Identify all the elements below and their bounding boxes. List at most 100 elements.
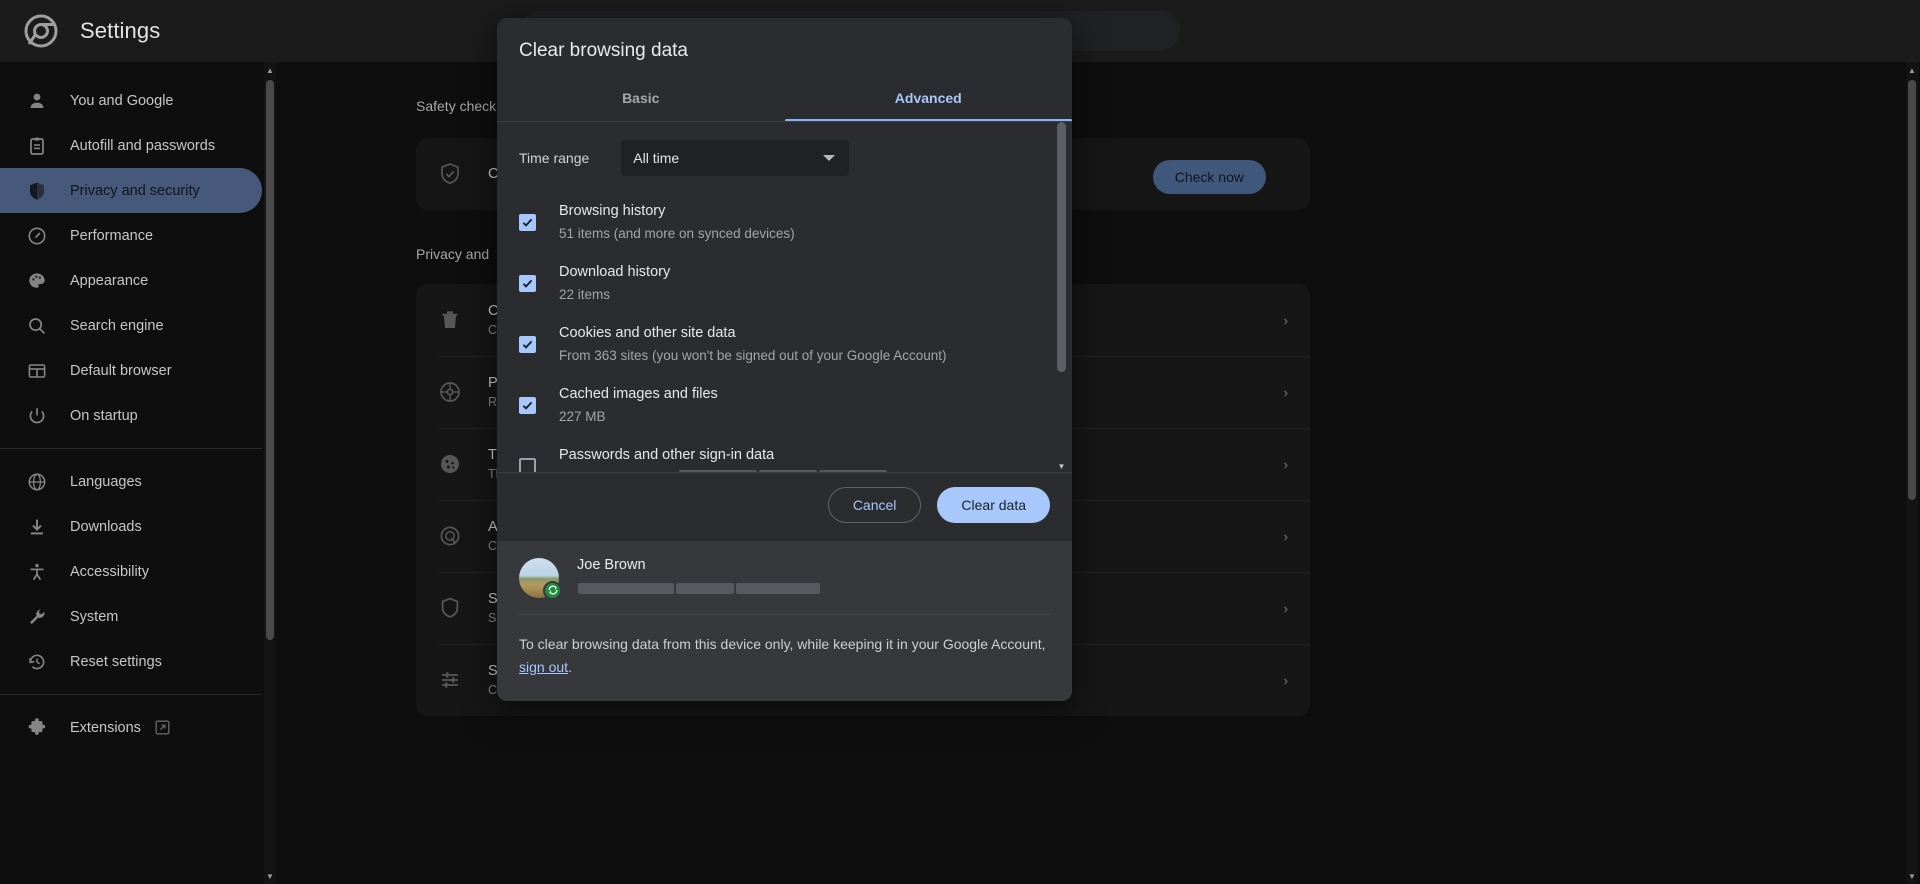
checkbox-label: Browsing history: [559, 203, 666, 219]
time-range-label: Time range: [519, 150, 590, 166]
sidebar-item-label: Performance: [70, 227, 154, 244]
puzzle-icon: [26, 717, 48, 739]
checkbox-row-cached-images[interactable]: Cached images and files 227 MB: [519, 375, 1050, 436]
checkbox-row-cookies[interactable]: Cookies and other site data From 363 sit…: [519, 314, 1050, 375]
scroll-up-icon[interactable]: ▲: [1907, 64, 1917, 76]
sidebar-item-label: Extensions: [70, 719, 141, 736]
download-history-checkbox[interactable]: [519, 275, 536, 292]
wrench-icon: [26, 606, 48, 628]
passwords-count-suffix: and 176 more, synced): [888, 470, 1029, 472]
sidebar-item-privacy-and-security[interactable]: Privacy and security: [0, 168, 262, 213]
sidebar-scroll-thumb[interactable]: [266, 80, 274, 640]
sidebar-scrollbar[interactable]: ▲ ▼: [264, 62, 276, 884]
time-range-select[interactable]: All time: [621, 140, 850, 176]
safety-check-heading: Safety check: [416, 98, 497, 114]
data-type-list: Browsing history 51 items (and more on s…: [497, 176, 1072, 472]
sidebar-item-extensions[interactable]: Extensions: [0, 705, 262, 750]
passwords-checkbox[interactable]: [519, 458, 536, 472]
cached-images-checkbox[interactable]: [519, 397, 536, 414]
checkbox-label: Cookies and other site data: [559, 325, 736, 341]
page-title: Settings: [80, 18, 161, 43]
chevron-right-icon: ›: [1283, 672, 1288, 688]
sidebar-item-appearance[interactable]: Appearance: [0, 258, 262, 303]
ad-privacy-icon: [438, 524, 462, 548]
checkbox-label: Cached images and files: [559, 386, 718, 402]
privacy-heading: Privacy and: [416, 246, 490, 262]
dialog-scrollbar[interactable]: ▲ ▼: [1056, 122, 1067, 472]
check-now-button[interactable]: Check now: [1152, 160, 1266, 194]
sidebar-item-accessibility[interactable]: Accessibility: [0, 549, 262, 594]
sidebar-item-autofill-and-passwords[interactable]: Autofill and passwords: [0, 123, 262, 168]
sidebar-item-label: System: [70, 608, 119, 625]
sidebar-item-search-engine[interactable]: Search engine: [0, 303, 262, 348]
tab-advanced[interactable]: Advanced: [785, 76, 1073, 122]
tab-basic[interactable]: Basic: [497, 76, 785, 122]
cookies-checkbox[interactable]: [519, 336, 536, 353]
browsing-history-checkbox[interactable]: [519, 214, 536, 231]
sidebar: You and Google Autofill and passwords Pr…: [0, 62, 262, 884]
account-email-redacted: [577, 580, 1050, 598]
scroll-down-icon[interactable]: ▼: [1057, 460, 1066, 472]
main-scrollbar[interactable]: ▲ ▼: [1906, 62, 1918, 884]
sidebar-item-system[interactable]: System: [0, 594, 262, 639]
sidebar-item-performance[interactable]: Performance: [0, 213, 262, 258]
cookie-icon: [438, 452, 462, 476]
speedometer-icon: [26, 225, 48, 247]
chevron-right-icon: ›: [1283, 384, 1288, 400]
clipboard-icon: [26, 135, 48, 157]
checkbox-sublabel: From 363 sites (you won't be signed out …: [559, 348, 947, 363]
sync-icon: [543, 580, 562, 600]
trash-icon: [438, 308, 462, 332]
avatar[interactable]: [519, 557, 562, 600]
redacted-block: [736, 583, 820, 594]
sidebar-item-label: On startup: [70, 407, 138, 424]
checkbox-row-passwords[interactable]: Passwords and other sign-in data 178 pas…: [519, 436, 1050, 472]
sidebar-item-label: Accessibility: [70, 563, 149, 580]
chevron-right-icon: ›: [1283, 528, 1288, 544]
sidebar-divider: [0, 448, 262, 449]
chevron-down-icon: [823, 155, 836, 161]
checkbox-sublabel: 51 items (and more on synced devices): [559, 226, 795, 241]
dialog-scroll-thumb[interactable]: [1057, 122, 1066, 372]
dialog-actions: Cancel Clear data: [497, 472, 1072, 541]
clear-browsing-data-dialog: Clear browsing data Basic Advanced Time …: [497, 18, 1072, 701]
clear-data-button[interactable]: Clear data: [937, 487, 1050, 523]
redacted-block: [818, 470, 887, 472]
sidebar-item-label: Search engine: [70, 317, 164, 334]
checkbox-row-download-history[interactable]: Download history 22 items: [519, 253, 1050, 314]
chrome-logo-icon: [24, 14, 58, 48]
sidebar-item-label: Privacy and security: [70, 182, 200, 199]
checkbox-label: Passwords and other sign-in data: [559, 447, 775, 463]
sidebar-item-reset-settings[interactable]: Reset settings: [0, 639, 262, 684]
checkbox-row-browsing-history[interactable]: Browsing history 51 items (and more on s…: [519, 192, 1050, 253]
main-scroll-thumb[interactable]: [1908, 80, 1916, 500]
sidebar-item-downloads[interactable]: Downloads: [0, 504, 262, 549]
checkbox-sublabel: 178 passwords (for and 176 more, synced): [559, 467, 1050, 472]
chevron-right-icon: ›: [1283, 312, 1288, 328]
dialog-body: Time range All time Browsing history 51 …: [497, 122, 1072, 472]
sliders-icon: [438, 668, 462, 692]
download-icon: [26, 516, 48, 538]
sidebar-item-you-and-google[interactable]: You and Google: [0, 78, 262, 123]
person-icon: [26, 90, 48, 112]
browser-window-icon: [26, 360, 48, 382]
footer-text-before: To clear browsing data from this device …: [519, 636, 1046, 652]
sign-out-link[interactable]: sign out: [519, 659, 568, 675]
cancel-button[interactable]: Cancel: [827, 487, 922, 523]
sidebar-item-default-browser[interactable]: Default browser: [0, 348, 262, 393]
scroll-down-icon[interactable]: ▼: [1907, 870, 1917, 882]
redacted-block: [578, 583, 674, 594]
accessibility-icon: [26, 561, 48, 583]
sidebar-divider-2: [0, 694, 262, 695]
scroll-up-icon[interactable]: ▲: [265, 64, 275, 76]
time-range-row: Time range All time: [497, 122, 1072, 176]
scroll-down-icon[interactable]: ▼: [265, 870, 275, 882]
sidebar-item-on-startup[interactable]: On startup: [0, 393, 262, 438]
security-shield-icon: [438, 596, 462, 620]
sidebar-item-label: Downloads: [70, 518, 142, 535]
sidebar-item-languages[interactable]: Languages: [0, 459, 262, 504]
checkbox-label: Download history: [559, 264, 671, 280]
privacy-guide-icon: [438, 380, 462, 404]
redacted-block: [758, 470, 817, 472]
magnifier-icon: [26, 315, 48, 337]
